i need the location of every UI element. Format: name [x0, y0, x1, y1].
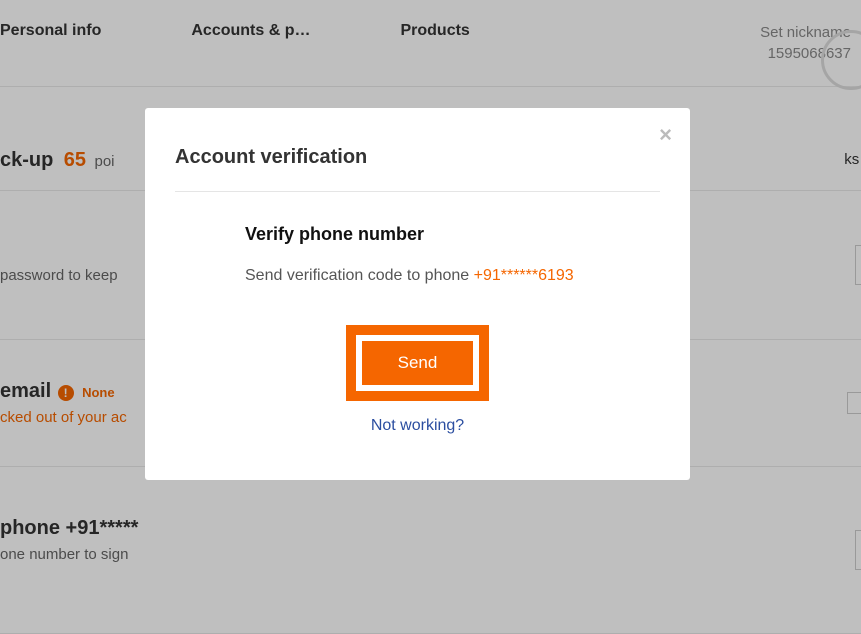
close-icon[interactable]: × [659, 122, 672, 148]
modal-title: Account verification [175, 138, 660, 192]
verification-modal: × Account verification Verify phone numb… [145, 108, 690, 480]
verify-description: Send verification code to phone +91*****… [245, 267, 590, 285]
verify-desc-text: Send verification code to phone [245, 267, 474, 284]
not-working-link[interactable]: Not working? [245, 417, 590, 435]
send-button[interactable]: Send [362, 341, 474, 385]
send-button-highlight: Send [346, 325, 490, 401]
masked-phone-number: +91******6193 [474, 267, 574, 284]
verify-phone-heading: Verify phone number [245, 224, 590, 245]
